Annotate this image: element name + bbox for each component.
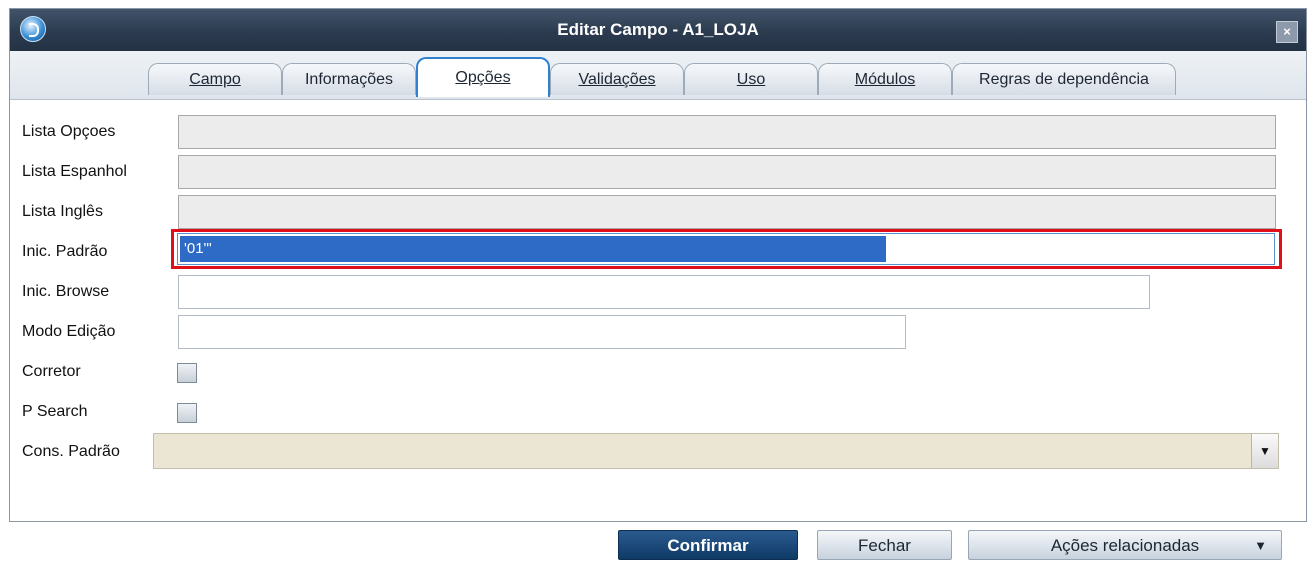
close-button[interactable]: Fechar [817, 530, 952, 560]
lista-ingles-label: Lista Inglês [22, 203, 103, 220]
lista-espanhol-field [178, 155, 1276, 189]
tab-validacoes[interactable]: Validações [550, 63, 684, 95]
inic-browse-input[interactable] [178, 275, 1150, 309]
modo-edicao-input[interactable] [178, 315, 906, 349]
tab-regras-dependencia[interactable]: Regras de dependência [952, 63, 1176, 95]
tab-opcoes[interactable]: Opções [416, 57, 550, 97]
tab-informacoes[interactable]: Informações [282, 63, 416, 95]
p-search-checkbox[interactable] [177, 403, 197, 423]
chevron-down-icon[interactable]: ▼ [1251, 434, 1278, 468]
tab-strip: Campo Informações Opções Validações Uso … [10, 51, 1306, 100]
tab-uso[interactable]: Uso [684, 63, 818, 95]
edit-field-dialog: Editar Campo - A1_LOJA × Campo Informaçõ… [9, 8, 1307, 522]
cons-padrao-label: Cons. Padrão [22, 443, 120, 460]
inic-browse-label: Inic. Browse [22, 283, 110, 300]
confirm-button[interactable]: Confirmar [618, 530, 798, 560]
inic-padrao-input[interactable]: '01'" [177, 233, 1275, 265]
tab-modulos[interactable]: Módulos [818, 63, 952, 95]
corretor-label: Corretor [22, 363, 81, 380]
dialog-title: Editar Campo - A1_LOJA [557, 20, 759, 39]
corretor-checkbox[interactable] [177, 363, 197, 383]
chevron-down-icon: ▼ [1254, 538, 1267, 553]
inic-padrao-label: Inic. Padrão [22, 243, 108, 260]
lista-ingles-field [178, 195, 1276, 229]
inic-padrao-value: '01'" [180, 236, 886, 262]
close-icon[interactable]: × [1276, 21, 1298, 43]
p-search-label: P Search [22, 403, 88, 420]
lista-espanhol-label: Lista Espanhol [22, 163, 127, 180]
tab-campo[interactable]: Campo [148, 63, 282, 95]
options-form: Lista Opçoes Lista Espanhol Lista Inglês… [10, 101, 1306, 521]
lista-opcoes-field [178, 115, 1276, 149]
cons-padrao-select[interactable]: ▼ [153, 433, 1279, 469]
modo-edicao-label: Modo Edição [22, 323, 116, 340]
related-actions-button[interactable]: Ações relacionadas ▼ [968, 530, 1282, 560]
lista-opcoes-label: Lista Opçoes [22, 123, 116, 140]
related-actions-label: Ações relacionadas [1050, 536, 1200, 555]
title-bar: Editar Campo - A1_LOJA × [10, 9, 1306, 51]
